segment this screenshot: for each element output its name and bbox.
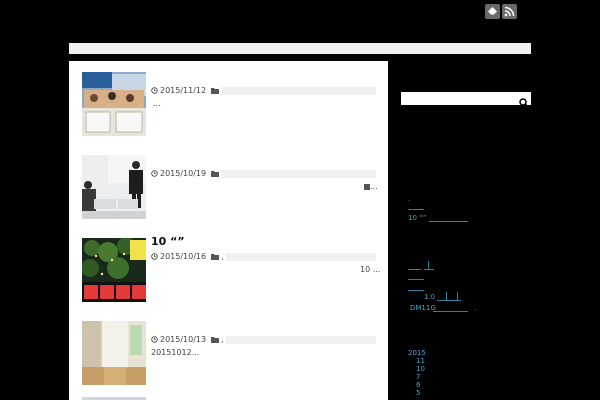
post-date: 2015/10/19: [160, 169, 207, 178]
post-thumbnail[interactable]: [82, 72, 146, 136]
archive-month[interactable]: 11: [416, 357, 425, 365]
rss-icon[interactable]: [502, 4, 517, 19]
clock-icon: [151, 253, 158, 260]
post-meta: 2015/10/16 ,: [151, 252, 376, 261]
folder-icon: [211, 88, 220, 94]
category-separator: ,: [221, 335, 224, 344]
archive-month[interactable]: 5: [416, 389, 420, 397]
archive-year[interactable]: 2015: [408, 349, 426, 357]
global-nav-bar[interactable]: [69, 43, 531, 54]
post-list: 2015/11/12 ... 2015/10/19 ... 10 “” 2015…: [69, 61, 388, 400]
post-excerpt: ...: [153, 99, 161, 108]
link-item-dm11g[interactable]: DM11G: [410, 304, 436, 312]
post-meta: 2015/10/13 ,: [151, 335, 376, 344]
link-item[interactable]: [408, 269, 421, 270]
link-item-underline: [433, 311, 468, 312]
archive-month[interactable]: 6: [416, 381, 420, 389]
header-social-icons: [485, 4, 517, 19]
post-meta: 2015/10/19: [151, 169, 376, 178]
category-link[interactable]: [225, 252, 376, 261]
link-item[interactable]: [408, 290, 424, 291]
clock-icon: [151, 87, 158, 94]
category-link[interactable]: [221, 169, 376, 178]
archive-month[interactable]: 7: [416, 373, 420, 381]
archive-month[interactable]: 10: [416, 365, 425, 373]
recent-post-link-underline: [429, 221, 468, 222]
post-excerpt: 10 ...: [360, 265, 381, 274]
search-input[interactable]: [401, 92, 531, 108]
post-thumbnail[interactable]: [82, 321, 146, 385]
recent-post-separator: .: [408, 195, 411, 203]
folder-icon: [211, 337, 220, 343]
link-divider: [446, 292, 447, 301]
link-item[interactable]: [424, 269, 434, 270]
post-date: 2015/10/13: [160, 335, 207, 344]
post-date: 2015/10/16: [160, 252, 207, 261]
folder-icon: [211, 254, 220, 260]
post-excerpt: 20151012...: [151, 348, 200, 357]
recent-post-link[interactable]: [408, 209, 424, 210]
link-divider: [457, 292, 458, 301]
clock-icon: [151, 336, 158, 343]
recent-post-link-10[interactable]: 10 “”: [408, 214, 426, 222]
folder-icon: [211, 171, 220, 177]
feedly-icon[interactable]: [485, 4, 500, 19]
category-link[interactable]: [221, 86, 376, 95]
clock-icon: [151, 170, 158, 177]
post-title[interactable]: 10 “”: [151, 235, 185, 248]
category-link[interactable]: [225, 335, 376, 344]
link-item[interactable]: [408, 279, 424, 280]
post-meta: 2015/11/12: [151, 86, 376, 95]
link-item-1-0[interactable]: 1.0: [424, 293, 435, 301]
category-separator: ,: [221, 252, 224, 261]
post-date: 2015/11/12: [160, 86, 207, 95]
link-separator: .: [474, 304, 477, 312]
post-thumbnail[interactable]: [82, 155, 146, 219]
post-excerpt: ...: [364, 182, 378, 191]
post-thumbnail[interactable]: [82, 238, 146, 302]
search-icon[interactable]: [519, 93, 529, 112]
